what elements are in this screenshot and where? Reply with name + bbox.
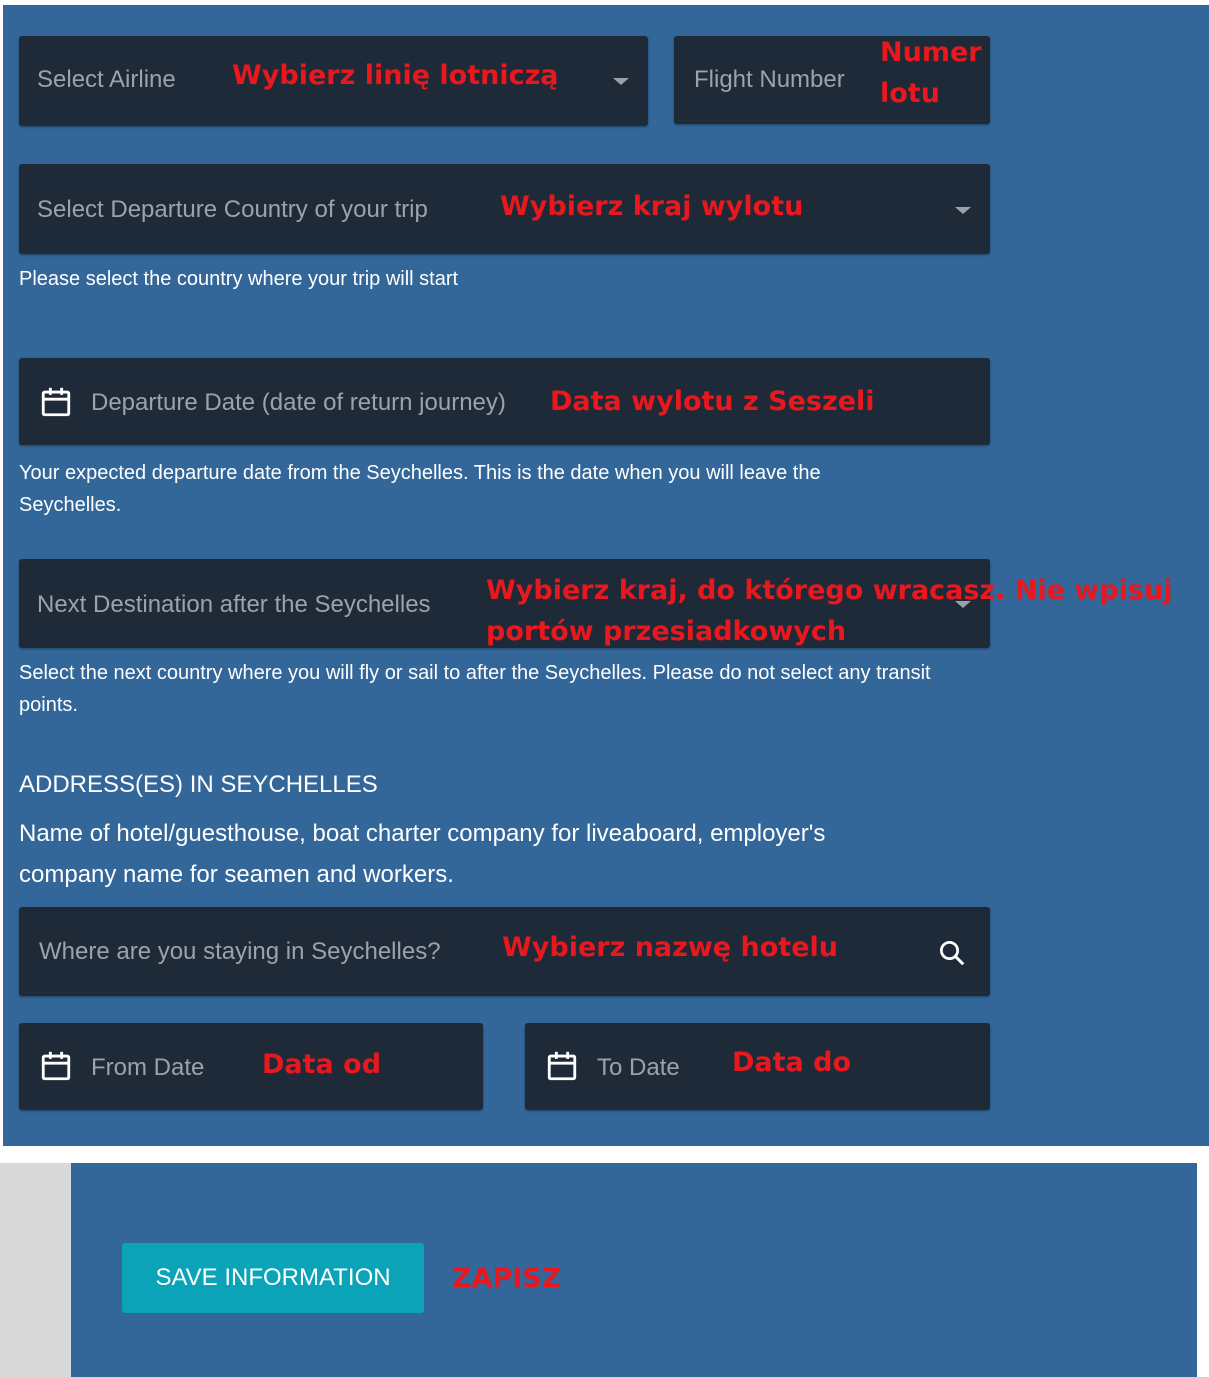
to-date-annotation: Data do	[732, 1047, 852, 1078]
calendar-icon	[547, 1051, 577, 1081]
next-destination-help: Select the next country where you will f…	[19, 662, 931, 716]
from-date-annotation: Data od	[262, 1049, 382, 1080]
airline-placeholder: Select Airline	[37, 66, 176, 93]
flight-number-placeholder: Flight Number	[694, 66, 845, 93]
next-destination-placeholder: Next Destination after the Seychelles	[37, 591, 431, 618]
departure-country-annotation: Wybierz kraj wylotu	[500, 191, 804, 222]
search-icon	[940, 941, 965, 966]
address-section-title: ADDRESS(ES) IN SEYCHELLES	[19, 771, 378, 798]
departure-country-placeholder: Select Departure Country of your trip	[37, 196, 428, 223]
save-information-button[interactable]: SAVE INFORMATION	[122, 1243, 424, 1313]
save-annotation: ZAPISZ	[452, 1263, 562, 1294]
flight-number-annotation-line1: Numer	[880, 37, 982, 68]
to-date-placeholder: To Date	[597, 1054, 680, 1081]
side-gutter	[0, 1163, 71, 1377]
stay-annotation: Wybierz nazwę hotelu	[502, 932, 838, 963]
from-date-placeholder: From Date	[91, 1054, 205, 1081]
from-date-input[interactable]: From Date	[19, 1023, 483, 1110]
departure-date-help: Your expected departure date from the Se…	[19, 462, 821, 516]
stay-placeholder: Where are you staying in Seychelles?	[39, 938, 441, 965]
next-destination-annotation-line1: Wybierz kraj, do którego wracasz. Nie wp…	[486, 575, 1173, 606]
airline-annotation: Wybierz linię lotniczą	[232, 60, 559, 91]
departure-date-placeholder: Departure Date (date of return journey)	[91, 389, 506, 416]
calendar-icon	[41, 1051, 71, 1081]
departure-country-help: Please select the country where your tri…	[19, 268, 459, 290]
chevron-down-icon	[613, 78, 629, 85]
calendar-icon	[41, 387, 71, 417]
next-destination-annotation-line2: portów przesiadkowych	[486, 616, 847, 647]
chevron-down-icon	[955, 207, 971, 214]
address-section-description: Name of hotel/guesthouse, boat charter c…	[19, 820, 826, 888]
departure-date-annotation: Data wylotu z Seszeli	[550, 386, 875, 417]
flight-number-annotation-line2: lotu	[880, 78, 940, 109]
